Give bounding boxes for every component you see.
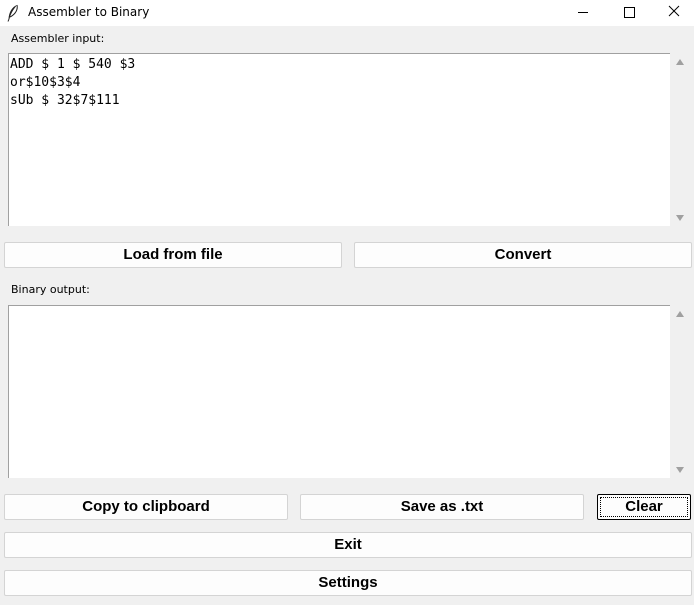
assembler-input-line: or$10$3$4 bbox=[10, 75, 81, 90]
settings-button[interactable]: Settings bbox=[4, 570, 692, 596]
clear-button[interactable]: Clear bbox=[597, 494, 691, 520]
output-scrollbar[interactable] bbox=[670, 305, 690, 478]
scroll-down-arrow-icon[interactable] bbox=[675, 214, 685, 222]
input-scrollbar[interactable] bbox=[670, 53, 690, 226]
binary-output-textarea[interactable] bbox=[8, 305, 670, 478]
scroll-down-arrow-icon[interactable] bbox=[675, 466, 685, 474]
feather-icon bbox=[6, 4, 20, 22]
clear-button-label: Clear bbox=[625, 498, 663, 515]
window-title: Assembler to Binary bbox=[28, 5, 150, 19]
binary-output-label: Binary output: bbox=[11, 283, 90, 296]
close-icon bbox=[668, 5, 680, 17]
assembler-input-text: ADD $ 1 $ 540 $3 or$10$3$4 sUb $ 32$7$111 bbox=[10, 56, 135, 110]
maximize-icon bbox=[624, 7, 635, 18]
close-button[interactable] bbox=[650, 0, 694, 26]
assembler-input-label: Assembler input: bbox=[11, 32, 105, 45]
assembler-input-line: ADD $ 1 $ 540 $3 bbox=[10, 57, 136, 72]
maximize-button[interactable] bbox=[606, 0, 652, 26]
exit-button[interactable]: Exit bbox=[4, 532, 692, 558]
assembler-input-textarea[interactable]: ADD $ 1 $ 540 $3 or$10$3$4 sUb $ 32$7$111 bbox=[8, 53, 670, 226]
load-from-file-button[interactable]: Load from file bbox=[4, 242, 342, 268]
copy-to-clipboard-button[interactable]: Copy to clipboard bbox=[4, 494, 288, 520]
title-bar[interactable]: Assembler to Binary bbox=[0, 0, 694, 26]
assembler-input-line: sUb $ 32$7$111 bbox=[10, 93, 120, 108]
convert-button[interactable]: Convert bbox=[354, 242, 692, 268]
save-as-txt-button[interactable]: Save as .txt bbox=[300, 494, 584, 520]
minimize-button[interactable] bbox=[560, 0, 606, 26]
minimize-icon bbox=[578, 12, 588, 13]
scroll-up-arrow-icon[interactable] bbox=[675, 310, 685, 318]
app-window: Assembler to Binary Assembler input: ADD… bbox=[0, 0, 694, 605]
scroll-up-arrow-icon[interactable] bbox=[675, 58, 685, 66]
